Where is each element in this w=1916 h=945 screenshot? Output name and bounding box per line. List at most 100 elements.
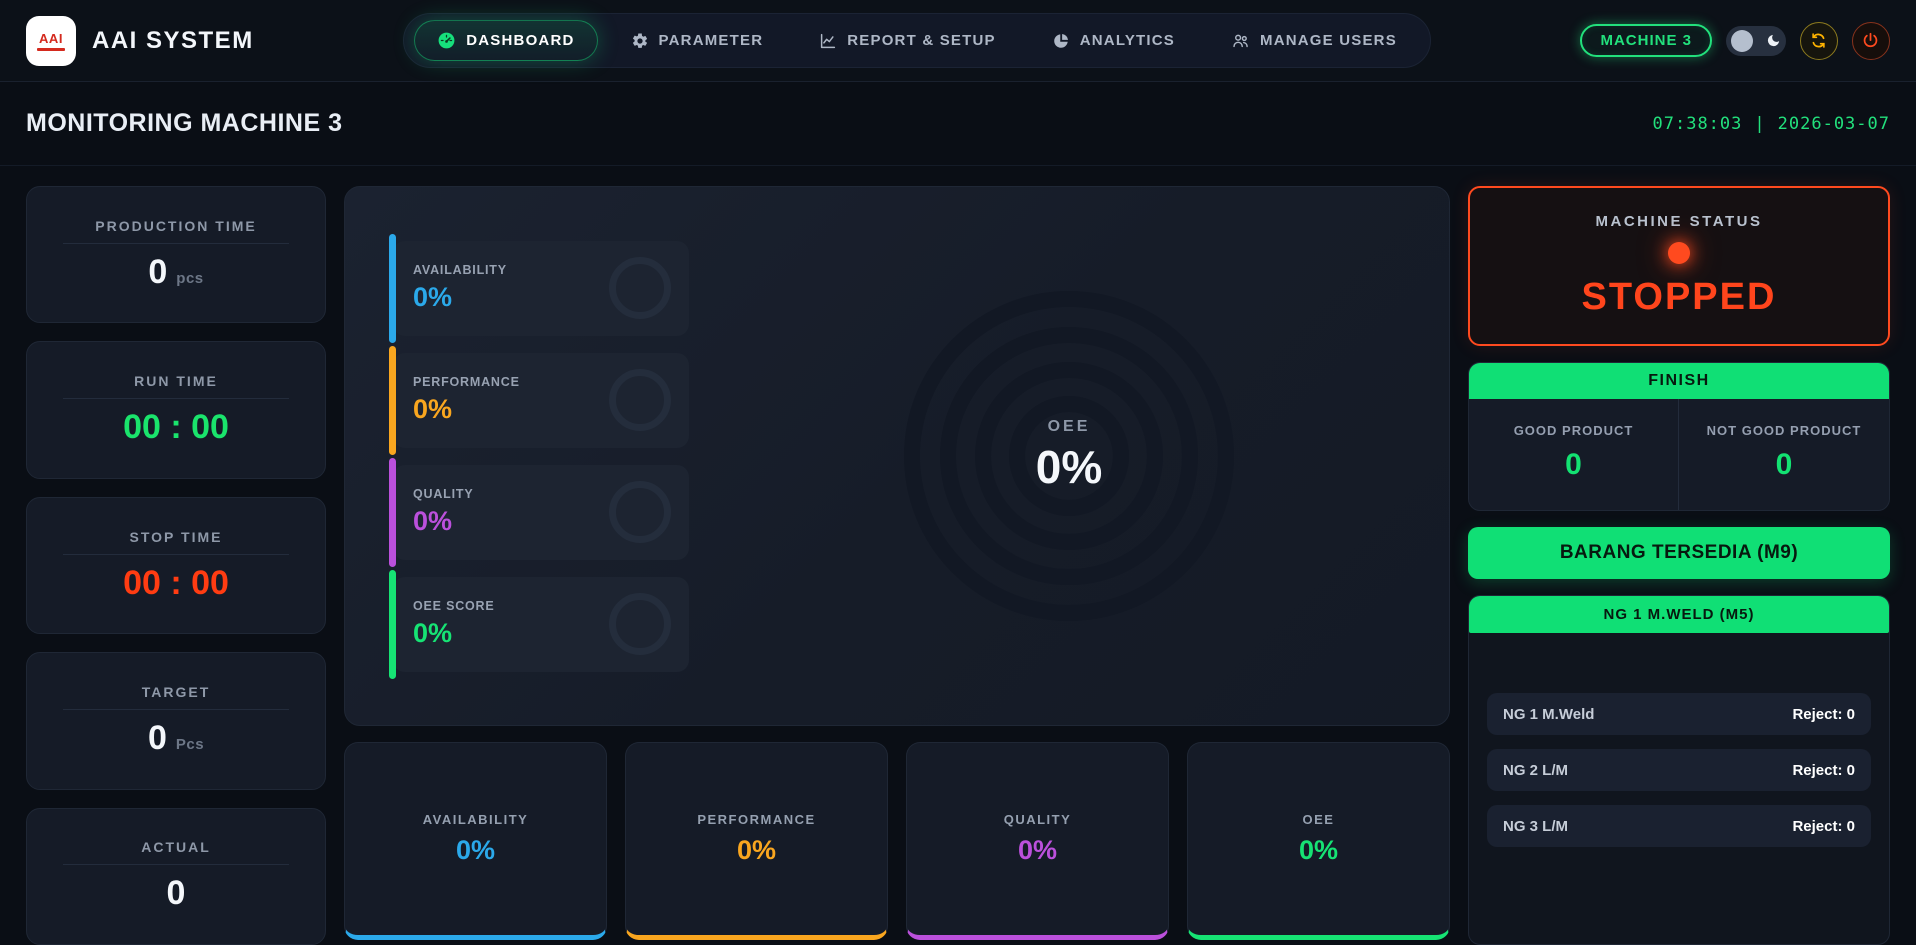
bottom-card-availability: AVAILABILITY 0% bbox=[344, 742, 607, 940]
ng-item-name: NG 3 L/M bbox=[1503, 818, 1568, 835]
metric-gauge-ring bbox=[609, 593, 671, 655]
finish-header: FINISH bbox=[1469, 363, 1889, 399]
power-button[interactable] bbox=[1852, 22, 1890, 60]
tab-label: REPORT & SETUP bbox=[847, 32, 995, 49]
ng-item-reject: Reject: 0 bbox=[1792, 762, 1855, 779]
stat-number: 0 bbox=[148, 253, 167, 292]
clock: 07:38:03 | 2026-03-07 bbox=[1653, 114, 1891, 134]
refresh-icon bbox=[1809, 31, 1828, 50]
stat-card-production-time: PRODUCTION TIME 0 pcs bbox=[26, 186, 326, 323]
metric-label: OEE SCORE bbox=[413, 599, 495, 613]
page-header: MONITORING MACHINE 3 07:38:03 | 2026-03-… bbox=[0, 82, 1916, 166]
stat-card-run-time: RUN TIME 00 : 00 bbox=[26, 341, 326, 478]
divider bbox=[63, 709, 289, 710]
metric-info: AVAILABILITY 0% bbox=[413, 263, 507, 313]
bottom-metric-cards: AVAILABILITY 0% PERFORMANCE 0% QUALITY 0… bbox=[344, 742, 1450, 940]
refresh-button[interactable] bbox=[1800, 22, 1838, 60]
not-good-product-label: NOT GOOD PRODUCT bbox=[1679, 423, 1889, 438]
divider bbox=[63, 864, 289, 865]
metric-gauge-ring bbox=[609, 369, 671, 431]
ng-panel: NG 1 M.WELD (M5) NG 1 M.Weld Reject: 0 N… bbox=[1468, 595, 1890, 945]
gauge-area: OEE 0% bbox=[689, 187, 1449, 725]
logo-text: AAI bbox=[39, 31, 63, 46]
ng-list-item: NG 1 M.Weld Reject: 0 bbox=[1487, 693, 1871, 735]
ng-item-name: NG 2 L/M bbox=[1503, 762, 1568, 779]
clock-separator: | bbox=[1754, 114, 1765, 134]
metric-value: 0% bbox=[413, 618, 495, 649]
metric-row-performance: PERFORMANCE 0% bbox=[393, 353, 689, 448]
tab-analytics[interactable]: ANALYTICS bbox=[1029, 21, 1198, 61]
machine-badge[interactable]: MACHINE 3 bbox=[1580, 24, 1712, 57]
tab-manage-users[interactable]: MANAGE USERS bbox=[1208, 20, 1420, 61]
bottom-card-label: QUALITY bbox=[1004, 812, 1072, 827]
ng-list-item: NG 3 L/M Reject: 0 bbox=[1487, 805, 1871, 847]
ng-item-name: NG 1 M.Weld bbox=[1503, 706, 1594, 723]
tab-report-setup[interactable]: REPORT & SETUP bbox=[796, 21, 1018, 61]
metric-gauge-ring bbox=[609, 481, 671, 543]
divider bbox=[63, 243, 289, 244]
stat-label: TARGET bbox=[142, 684, 211, 700]
tab-label: DASHBOARD bbox=[466, 32, 574, 49]
oee-panel: AVAILABILITY 0% PERFORMANCE 0% QUALITY bbox=[344, 186, 1450, 726]
metric-gauge-ring bbox=[609, 257, 671, 319]
stat-card-actual: ACTUAL 0 bbox=[26, 808, 326, 945]
stat-value: 00 : 00 bbox=[123, 408, 229, 447]
users-icon bbox=[1231, 31, 1250, 50]
divider bbox=[63, 398, 289, 399]
tab-label: ANALYTICS bbox=[1080, 32, 1175, 49]
nav-right-controls: MACHINE 3 bbox=[1580, 22, 1890, 60]
app-logo: AAI bbox=[26, 16, 76, 66]
bottom-card-label: OEE bbox=[1303, 812, 1335, 827]
stat-value: 00 : 00 bbox=[123, 564, 229, 603]
bottom-card-value: 0% bbox=[456, 835, 495, 866]
stat-value: 0 bbox=[167, 874, 186, 913]
app-title: AAI SYSTEM bbox=[92, 27, 254, 55]
logo-bar bbox=[37, 48, 65, 51]
stat-value: 0 Pcs bbox=[148, 719, 204, 758]
stat-value: 0 pcs bbox=[148, 253, 203, 292]
nav-tabs: DASHBOARD PARAMETER REPORT & SETUP bbox=[403, 13, 1431, 68]
metric-rows: AVAILABILITY 0% PERFORMANCE 0% QUALITY bbox=[393, 187, 689, 725]
stat-card-target: TARGET 0 Pcs bbox=[26, 652, 326, 789]
gauge-center: OEE 0% bbox=[1036, 418, 1102, 494]
ng-list-item: NG 2 L/M Reject: 0 bbox=[1487, 749, 1871, 791]
stat-label: RUN TIME bbox=[134, 373, 218, 389]
oee-gauge: OEE 0% bbox=[904, 291, 1234, 621]
bottom-card-label: PERFORMANCE bbox=[697, 812, 815, 827]
barang-tersedia-banner: BARANG TERSEDIA (M9) bbox=[1468, 527, 1890, 579]
bottom-card-value: 0% bbox=[1018, 835, 1057, 866]
stat-unit: Pcs bbox=[176, 736, 204, 753]
metric-info: PERFORMANCE 0% bbox=[413, 375, 520, 425]
finish-card: FINISH GOOD PRODUCT 0 NOT GOOD PRODUCT 0 bbox=[1468, 362, 1890, 511]
clock-time: 07:38:03 bbox=[1653, 114, 1743, 134]
stat-card-stop-time: STOP TIME 00 : 00 bbox=[26, 497, 326, 634]
not-good-product-value: 0 bbox=[1679, 448, 1889, 482]
left-stats-column: PRODUCTION TIME 0 pcs RUN TIME 00 : 00 S… bbox=[26, 186, 326, 945]
clock-date: 2026-03-07 bbox=[1778, 114, 1890, 134]
right-column: MACHINE STATUS STOPPED FINISH GOOD PRODU… bbox=[1468, 186, 1890, 945]
metric-label: QUALITY bbox=[413, 487, 473, 501]
tab-parameter[interactable]: PARAMETER bbox=[608, 21, 787, 61]
stat-number: 0 bbox=[148, 719, 167, 758]
metric-row-oee-score: OEE SCORE 0% bbox=[393, 577, 689, 672]
main-content: PRODUCTION TIME 0 pcs RUN TIME 00 : 00 S… bbox=[0, 166, 1916, 945]
pie-chart-icon bbox=[1052, 32, 1070, 50]
stat-label: STOP TIME bbox=[130, 529, 223, 545]
metric-label: AVAILABILITY bbox=[413, 263, 507, 277]
toggle-knob bbox=[1731, 30, 1753, 52]
machine-status-label: MACHINE STATUS bbox=[1596, 213, 1763, 230]
stat-label: ACTUAL bbox=[141, 839, 211, 855]
machine-status-value: STOPPED bbox=[1582, 276, 1777, 319]
ng-list: NG 1 M.Weld Reject: 0 NG 2 L/M Reject: 0… bbox=[1469, 633, 1889, 865]
tab-dashboard[interactable]: DASHBOARD bbox=[414, 20, 597, 61]
good-product-label: GOOD PRODUCT bbox=[1469, 423, 1678, 438]
divider bbox=[63, 554, 289, 555]
navbar: AAI AAI SYSTEM DASHBOARD PARAME bbox=[0, 0, 1916, 82]
gear-icon bbox=[631, 32, 649, 50]
theme-toggle[interactable] bbox=[1726, 26, 1786, 56]
product-counts: GOOD PRODUCT 0 NOT GOOD PRODUCT 0 bbox=[1469, 399, 1889, 510]
status-indicator-dot bbox=[1668, 242, 1690, 264]
gauge-label: OEE bbox=[1036, 418, 1102, 436]
stat-unit: pcs bbox=[176, 270, 203, 287]
bottom-card-value: 0% bbox=[1299, 835, 1338, 866]
